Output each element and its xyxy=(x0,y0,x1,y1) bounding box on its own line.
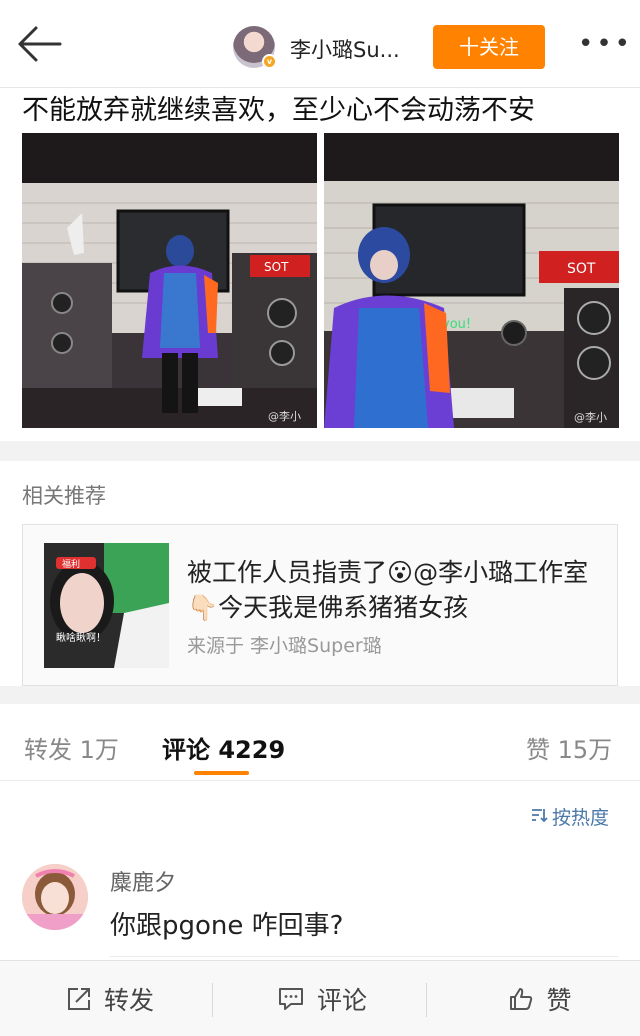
author-name[interactable]: 李小璐Su... xyxy=(290,34,400,64)
section-divider xyxy=(0,441,640,461)
bar-separator-2 xyxy=(426,983,427,1017)
post-text: 不能放弃就继续喜欢，至少心不会动荡不安 xyxy=(22,95,535,126)
share-icon xyxy=(67,988,90,1010)
related-section-label: 相关推荐 xyxy=(22,484,106,508)
sort-by-hot-button[interactable]: 按热度 xyxy=(530,803,609,830)
tab-reposts[interactable]: 转发 1万 xyxy=(24,730,119,765)
back-arrow-icon[interactable] xyxy=(14,24,64,64)
post-photo-2[interactable]: SOT you! @李小 xyxy=(324,133,619,428)
sort-icon xyxy=(530,806,548,829)
thumb-caption: 瞅啥瞅啊！ xyxy=(56,631,106,644)
bar-separator xyxy=(212,983,213,1017)
tab-divider xyxy=(0,780,640,781)
photo-watermark: @李小 xyxy=(268,409,301,423)
comment-label: 评论 xyxy=(316,986,367,1015)
neon-sign-text: SOT xyxy=(264,260,289,274)
like-button[interactable]: 赞 xyxy=(480,961,600,1036)
verified-badge-icon: v xyxy=(262,54,277,69)
related-post-thumbnail: 福利 瞅啥瞅啊！ xyxy=(44,543,169,668)
related-post-card[interactable]: 福利 瞅啥瞅啊！ 被工作人员指责了😮@李小璐工作室 👇🏻今天我是佛系猪猪女孩 来… xyxy=(22,524,618,686)
repost-button[interactable]: 转发 xyxy=(40,961,180,1036)
section-divider-2 xyxy=(0,686,640,704)
commenter-avatar[interactable] xyxy=(22,864,88,930)
thumbs-up-icon xyxy=(510,988,533,1010)
repost-label: 转发 xyxy=(103,986,154,1015)
related-post-title[interactable]: 被工作人员指责了😮@李小璐工作室 👇🏻今天我是佛系猪猪女孩 xyxy=(187,555,597,625)
bottom-action-bar: 转发 评论 赞 xyxy=(0,960,640,1036)
photo-watermark-2: @李小 xyxy=(574,410,607,424)
related-post-source: 来源于 李小璐Super璐 xyxy=(187,635,382,657)
thumb-badge-text: 福利 xyxy=(62,558,80,570)
like-label: 赞 xyxy=(546,986,572,1015)
post-photo-1[interactable]: SOT @李小 xyxy=(22,133,317,428)
comment-text: 你跟pgone 咋回事? xyxy=(110,911,344,941)
sort-label: 按热度 xyxy=(552,807,610,829)
comment-button[interactable]: 评论 xyxy=(252,961,392,1036)
comment-divider xyxy=(110,956,618,957)
tab-comments[interactable]: 评论 4229 xyxy=(162,730,285,765)
more-options-icon[interactable]: ••• xyxy=(578,31,630,57)
tab-likes[interactable]: 赞 15万 xyxy=(526,730,612,765)
active-tab-indicator xyxy=(194,771,249,775)
follow-button[interactable]: 十关注 xyxy=(433,25,545,69)
top-bar: v 李小璐Su... 十关注 ••• xyxy=(0,0,640,88)
comment-icon xyxy=(278,988,303,1010)
neon-sign-text-2: SOT xyxy=(567,261,596,277)
commenter-name[interactable]: 麋鹿夕 xyxy=(110,865,176,897)
